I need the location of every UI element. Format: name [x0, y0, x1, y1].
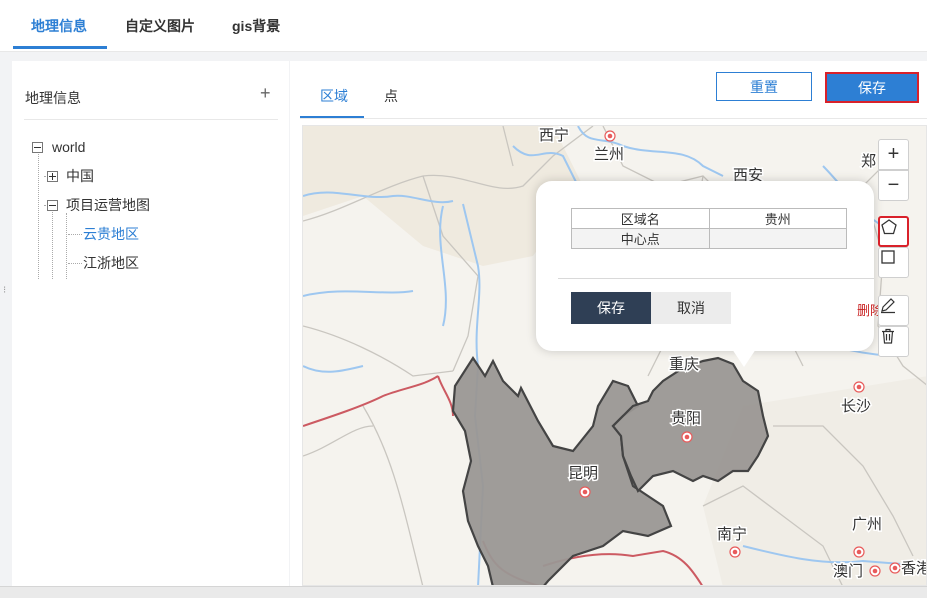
tab-region[interactable]: 区域: [320, 86, 348, 106]
tree-connector: [68, 234, 82, 235]
city-label: 广州: [852, 516, 882, 533]
divider: [24, 119, 278, 120]
popup-cancel-button[interactable]: 取消: [651, 292, 731, 324]
geo-tree-panel: 地理信息 + world 中国 项目运营地图 云贵地区 江浙地区: [12, 61, 289, 586]
region-name-value[interactable]: 贵州: [708, 208, 847, 229]
draw-polygon-button[interactable]: [878, 216, 909, 247]
map-canvas[interactable]: 西宁 兰州 西安 郑 重庆 贵阳 长沙 昆明 南宁 广州 澳门 香港: [302, 125, 927, 586]
city-label: 昆明: [568, 465, 598, 482]
top-tab-bar: 地理信息 自定义图片 gis背景: [0, 0, 927, 52]
panel-splitter-handle[interactable]: ⁝: [3, 286, 9, 308]
map-editor-panel: 区域 点 重置 保存 西宁 兰州 西安 郑 重庆 贵阳 长沙 昆明 南宁 广州 …: [290, 61, 927, 586]
pencil-icon: [881, 298, 895, 314]
city-label: 南宁: [717, 526, 747, 543]
draw-rectangle-button[interactable]: [878, 247, 909, 278]
tree-connector: [38, 147, 39, 279]
tree-node-label: 中国: [66, 168, 94, 184]
tree-node-yungui[interactable]: 云贵地区: [83, 223, 139, 245]
region-edit-popup: 区域名 贵州 中心点 保存 取消 删除: [536, 181, 883, 367]
active-tab-indicator: [13, 46, 107, 49]
delete-shape-button[interactable]: [878, 326, 909, 357]
polygon-icon: [881, 219, 897, 235]
center-point-label: 中心点: [571, 228, 710, 249]
city-label: 澳门: [833, 563, 863, 580]
collapse-icon[interactable]: [32, 141, 43, 153]
city-label: 重庆: [669, 356, 699, 373]
center-point-value[interactable]: [708, 228, 847, 249]
panel-title: 地理信息: [25, 90, 81, 106]
active-subtab-indicator: [300, 116, 364, 118]
city-label: 长沙: [841, 398, 871, 415]
tab-geo-info[interactable]: 地理信息: [31, 16, 87, 36]
tab-point[interactable]: 点: [384, 86, 398, 106]
city-label: 贵阳: [671, 410, 701, 427]
popup-pointer: [732, 349, 756, 367]
trash-icon: [882, 328, 894, 344]
city-label: 兰州: [594, 146, 624, 163]
city-label: 香港: [901, 560, 927, 577]
reset-button[interactable]: 重置: [716, 72, 812, 101]
tree-connector: [68, 263, 82, 264]
tree-connector: [52, 212, 53, 279]
zoom-in-button[interactable]: +: [878, 139, 909, 170]
edit-shape-button[interactable]: [878, 295, 909, 326]
horizontal-scrollbar[interactable]: [0, 586, 927, 598]
expand-icon[interactable]: [47, 170, 58, 182]
tab-custom-image[interactable]: 自定义图片: [125, 16, 195, 36]
divider: [558, 278, 874, 279]
tree-connector: [66, 213, 67, 279]
tree-node-label: 云贵地区: [83, 226, 139, 242]
zoom-out-button[interactable]: −: [878, 170, 909, 201]
tree-node-label: world: [52, 139, 86, 155]
collapse-icon[interactable]: [47, 199, 58, 211]
tree-node-jiangzhe[interactable]: 江浙地区: [83, 252, 139, 274]
save-button[interactable]: 保存: [825, 72, 919, 103]
add-node-button[interactable]: +: [260, 83, 271, 104]
region-info-table: 区域名 贵州 中心点: [571, 208, 847, 249]
divider: [300, 118, 927, 119]
tree-node-label: 项目运营地图: [66, 197, 150, 213]
tree-node-project-map[interactable]: 项目运营地图: [47, 194, 150, 216]
tab-gis-background[interactable]: gis背景: [232, 16, 280, 36]
tree-node-world[interactable]: world: [32, 136, 85, 158]
rectangle-icon: [881, 250, 895, 264]
region-name-label: 区域名: [571, 208, 710, 229]
tree-node-china[interactable]: 中国: [47, 165, 94, 187]
tree-node-label: 江浙地区: [83, 255, 139, 271]
city-label: 西宁: [539, 127, 569, 144]
city-label: 郑: [861, 153, 876, 170]
workspace: ⁝ 地理信息 + world 中国 项目运营地图 云贵地区 江浙地区 区域 点 …: [0, 52, 927, 586]
popup-save-button[interactable]: 保存: [571, 292, 651, 324]
